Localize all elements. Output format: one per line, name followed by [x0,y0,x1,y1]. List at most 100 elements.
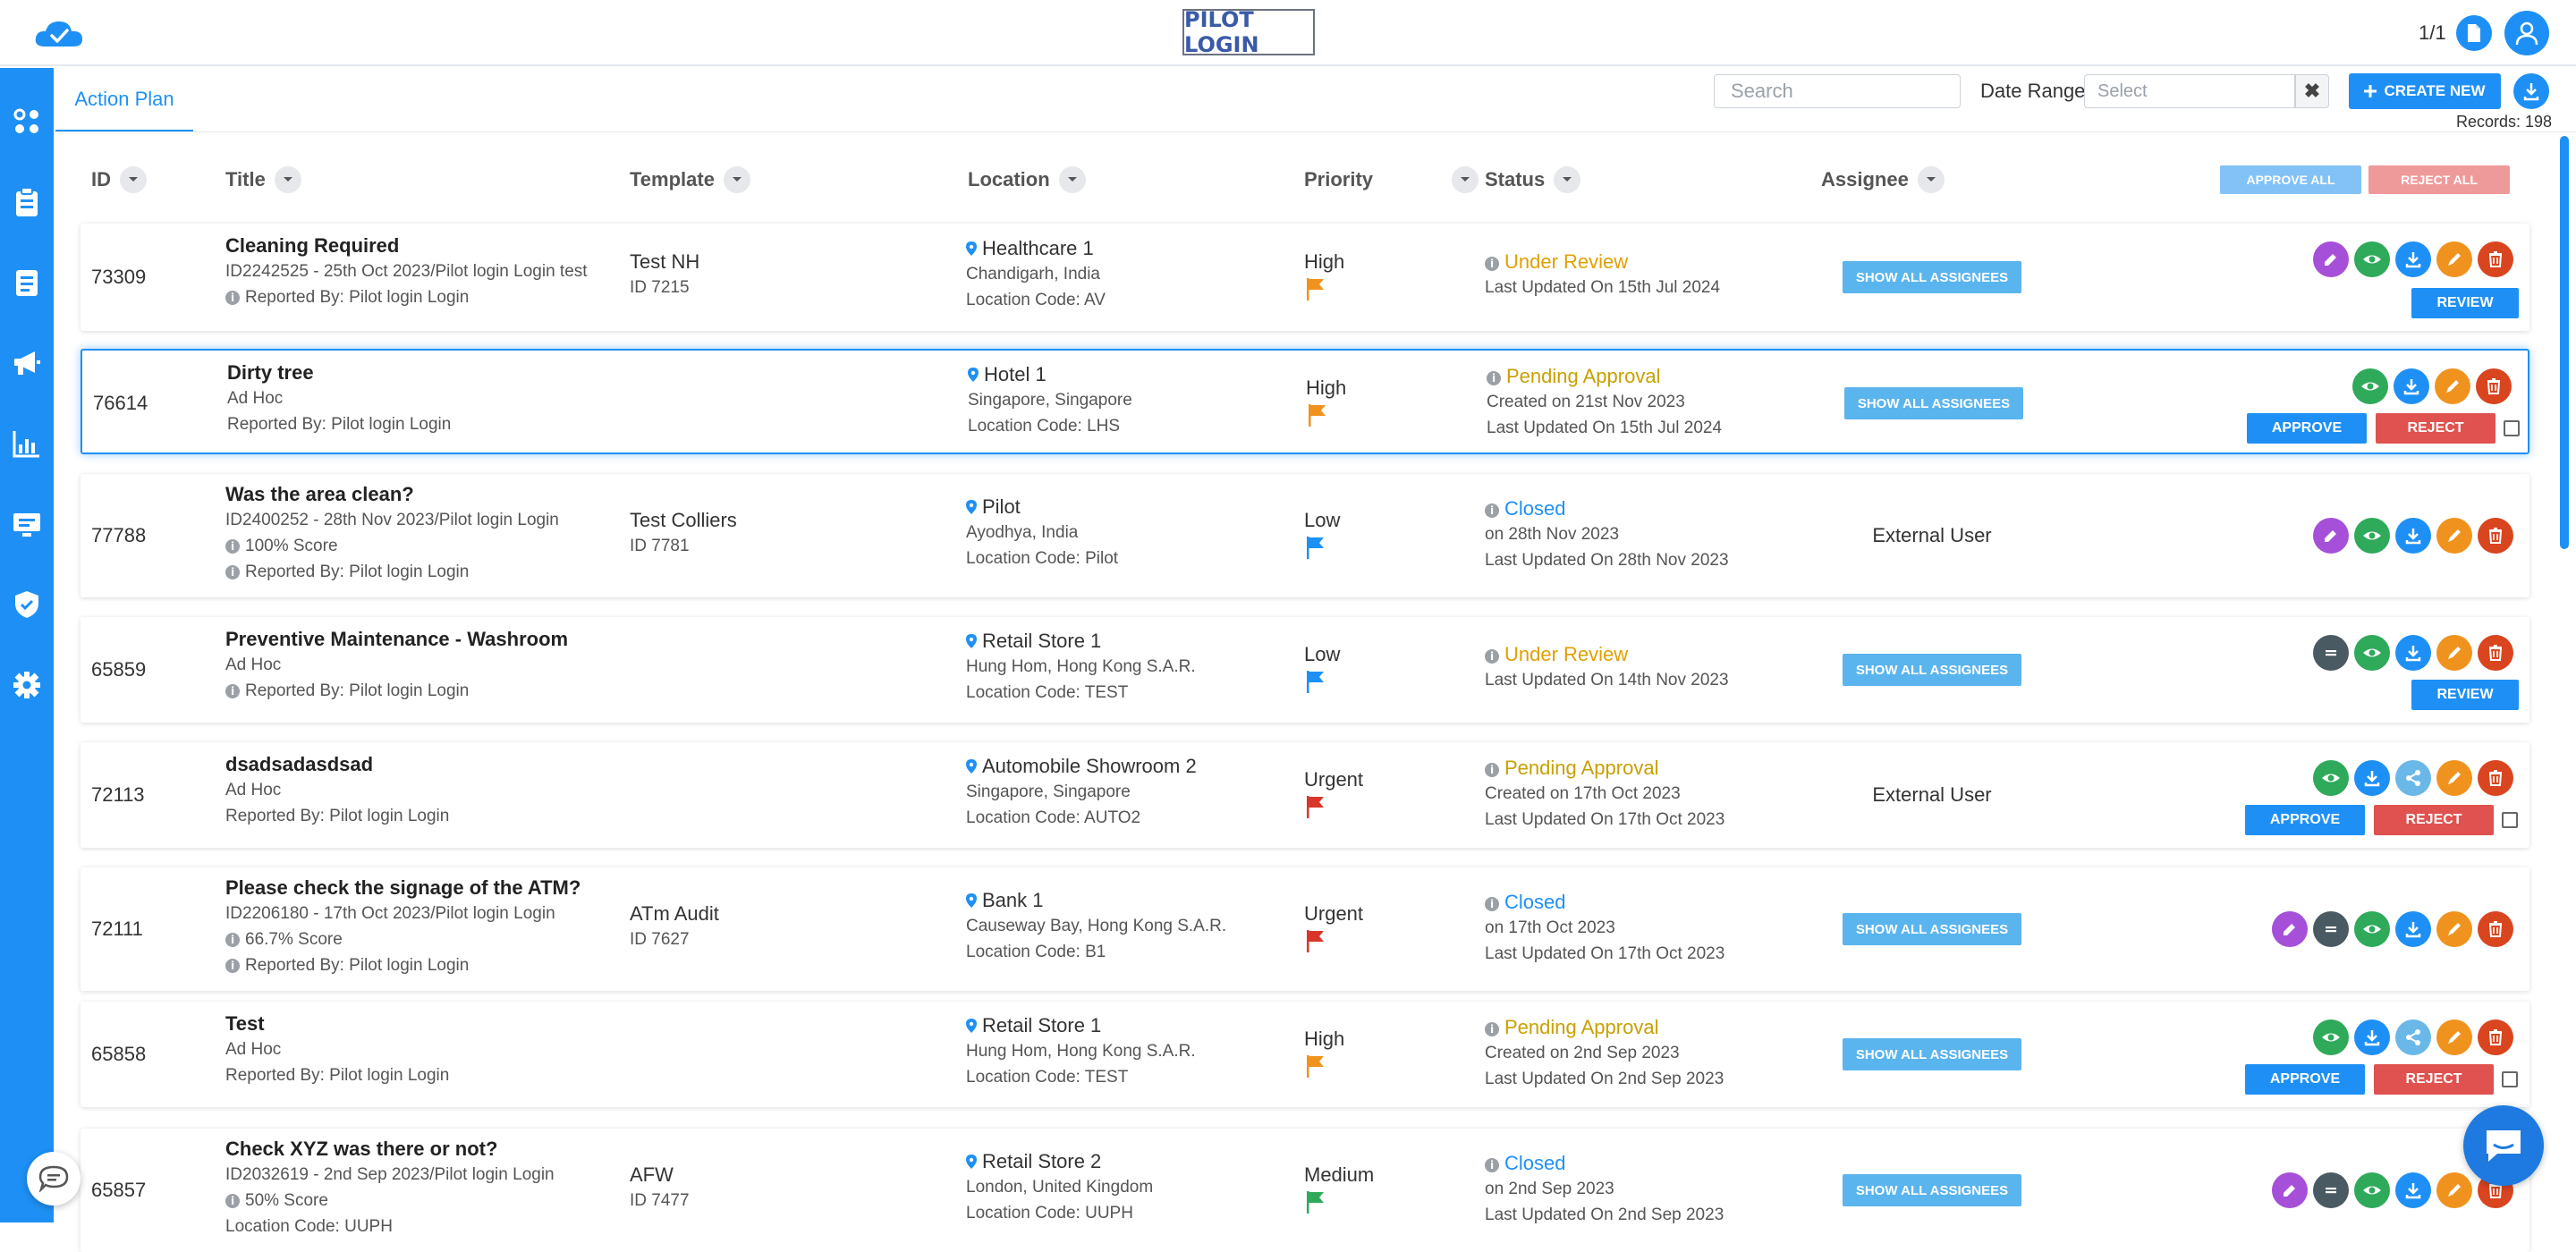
trash-icon[interactable] [2478,518,2513,554]
show-all-assignees-button[interactable]: SHOW ALL ASSIGNEES [1843,913,2021,945]
reject-button[interactable]: REJECT [2374,805,2494,835]
show-all-assignees-button[interactable]: SHOW ALL ASSIGNEES [1843,654,2021,686]
dashboard-icon[interactable] [9,104,45,140]
col-title[interactable]: Title [225,166,301,193]
sort-chevron-icon[interactable] [723,166,750,193]
review-button[interactable]: REVIEW [2411,680,2519,710]
sort-chevron-icon[interactable] [274,166,301,193]
review-button[interactable]: REVIEW [2411,288,2519,318]
notes-icon[interactable] [2313,911,2349,947]
cloud-logo-icon[interactable] [32,16,86,52]
location-name[interactable]: Hotel 1 [968,361,1132,387]
edit-pen-icon[interactable] [2435,368,2470,404]
col-template[interactable]: Template [630,166,750,193]
create-new-button[interactable]: CREATE NEW [2349,73,2501,109]
approve-button[interactable]: APPROVE [2247,413,2367,444]
row-title[interactable]: Please check the signage of the ATM? [225,875,619,901]
row-title[interactable]: Dirty tree [227,360,621,385]
date-clear-button[interactable]: ✖ [2295,74,2329,108]
row-title[interactable]: Preventive Maintenance - Washroom [225,626,619,652]
table-row[interactable]: 65859 Preventive Maintenance - Washroom Ad… [80,617,2529,723]
reject-button[interactable]: REJECT [2376,413,2496,444]
download-icon[interactable] [2395,635,2431,671]
table-row[interactable]: 72111 Please check the signage of the ATM… [80,867,2529,991]
pencil-icon[interactable] [2272,911,2308,947]
eye-icon[interactable] [2354,1172,2390,1208]
edit-pen-icon[interactable] [2436,241,2472,277]
edit-pen-icon[interactable] [2436,518,2472,554]
row-select-checkbox[interactable] [2502,812,2518,828]
share-icon[interactable] [2395,1019,2431,1055]
location-name[interactable]: Pilot [966,494,1118,520]
row-title[interactable]: Test [225,1011,619,1036]
table-row[interactable]: 65858 Test Ad Hoc Reported By: Pilot login … [80,1002,2529,1107]
support-chat-icon[interactable] [2463,1105,2544,1186]
chat-bubble-icon[interactable] [27,1152,80,1205]
col-status[interactable]: Status [1485,166,1581,193]
table-row[interactable]: 73309 Cleaning Required ID2242525 - 25th O… [80,224,2529,331]
date-range-select[interactable]: Select [2084,74,2295,108]
download-icon[interactable] [2394,368,2429,404]
trash-icon[interactable] [2478,1019,2513,1055]
training-icon[interactable] [9,506,45,542]
eye-icon[interactable] [2354,911,2390,947]
table-row[interactable]: 72113 dsadsadasdsad Ad Hoc Reported By: Pil… [80,742,2529,848]
pencil-icon[interactable] [2313,241,2349,277]
location-name[interactable]: Automobile Showroom 2 [966,753,1197,779]
row-title[interactable]: Was the area clean? [225,481,619,507]
edit-pen-icon[interactable] [2436,760,2472,796]
download-icon[interactable] [2395,241,2431,277]
row-title[interactable]: Cleaning Required [225,233,619,258]
trash-icon[interactable] [2478,241,2513,277]
eye-icon[interactable] [2354,518,2390,554]
download-icon[interactable] [2395,518,2431,554]
show-all-assignees-button[interactable]: SHOW ALL ASSIGNEES [1843,261,2021,293]
col-assignee[interactable]: Assignee [1821,166,1945,193]
row-select-checkbox[interactable] [2502,1071,2518,1087]
settings-gear-icon[interactable] [9,667,45,703]
row-select-checkbox[interactable] [2504,420,2520,436]
col-priority[interactable]: Priority [1304,166,1479,193]
edit-pen-icon[interactable] [2436,1172,2472,1208]
pencil-icon[interactable] [2313,518,2349,554]
sort-chevron-icon[interactable] [1917,166,1945,193]
sort-chevron-icon[interactable] [1554,166,1581,193]
col-location[interactable]: Location [968,166,1086,193]
sort-chevron-icon[interactable] [120,166,147,193]
download-icon[interactable] [2395,1172,2431,1208]
share-icon[interactable] [2395,760,2431,796]
sort-chevron-icon[interactable] [1058,166,1086,193]
row-title[interactable]: Check XYZ was there or not? [225,1136,619,1162]
download-icon[interactable] [2354,760,2390,796]
pencil-icon[interactable] [2272,1172,2308,1208]
show-all-assignees-button[interactable]: SHOW ALL ASSIGNEES [1844,387,2023,419]
tab-action-plan[interactable]: Action Plan [55,68,193,132]
eye-icon[interactable] [2352,368,2388,404]
eye-icon[interactable] [2313,760,2349,796]
location-name[interactable]: Retail Store 1 [966,628,1196,654]
location-name[interactable]: Retail Store 2 [966,1148,1153,1174]
col-id[interactable]: ID [91,166,147,193]
table-row[interactable]: 76614 Dirty tree Ad Hoc Reported By: Pilot … [80,349,2529,454]
analytics-icon[interactable] [9,426,45,461]
location-name[interactable]: Bank 1 [966,887,1226,913]
edit-pen-icon[interactable] [2436,1019,2472,1055]
approve-button[interactable]: APPROVE [2245,1064,2365,1095]
location-name[interactable]: Healthcare 1 [966,235,1106,261]
shield-icon[interactable] [9,587,45,622]
search-input[interactable] [1714,74,1961,108]
trash-icon[interactable] [2478,760,2513,796]
table-row[interactable]: 77788 Was the area clean? ID2400252 - 28th… [80,474,2529,597]
scrollbar[interactable] [2560,136,2569,549]
eye-icon[interactable] [2354,635,2390,671]
notes-icon[interactable] [2313,1172,2349,1208]
edit-pen-icon[interactable] [2436,911,2472,947]
show-all-assignees-button[interactable]: SHOW ALL ASSIGNEES [1843,1174,2021,1206]
sort-chevron-icon[interactable] [1452,166,1479,193]
location-name[interactable]: Retail Store 1 [966,1012,1196,1038]
row-title[interactable]: dsadsadasdsad [225,751,619,777]
approve-button[interactable]: APPROVE [2245,805,2365,835]
trash-icon[interactable] [2478,911,2513,947]
download-all-icon[interactable] [2513,73,2549,109]
table-row[interactable]: 65857 Check XYZ was there or not? ID203261… [80,1129,2529,1252]
